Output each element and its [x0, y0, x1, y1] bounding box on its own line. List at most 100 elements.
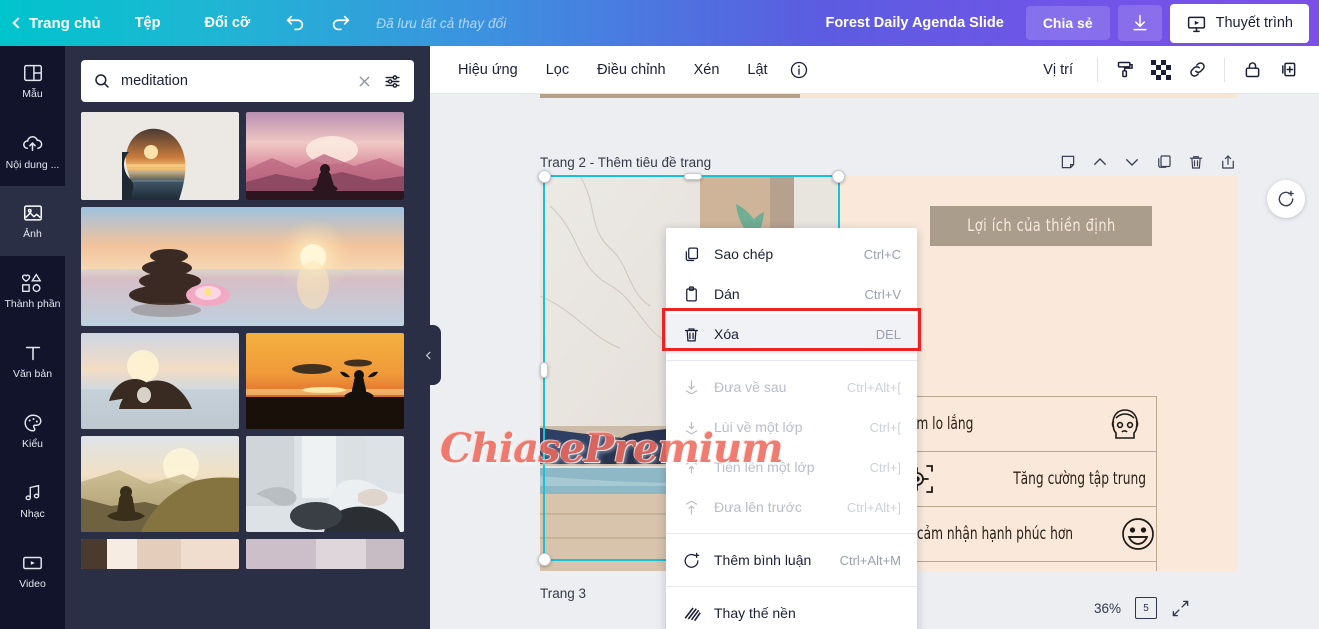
menu-item-bring-to-front: Đưa lên trước Ctrl+Alt+] [666, 487, 917, 527]
next-page-title[interactable]: Trang 3 [540, 586, 586, 601]
photo-result[interactable] [81, 539, 239, 569]
page-title[interactable]: Trang 2 - Thêm tiêu đề trang [540, 155, 711, 170]
menu-item-send-backward: Lùi về một lớp Ctrl+[ [666, 407, 917, 447]
benefit-row[interactable]: Tăng cường tập trung [886, 452, 1156, 507]
tool-adjust[interactable]: Điều chỉnh [583, 53, 680, 87]
trash-icon[interactable] [1187, 153, 1205, 171]
menu-label: Đưa về sau [714, 379, 787, 395]
menu-item-add-comment[interactable]: Thêm bình luận Ctrl+Alt+M [666, 540, 917, 580]
menu-label: Thêm bình luận [714, 552, 812, 568]
upload-cloud-icon [21, 132, 44, 155]
rail-label: Mẫu [22, 88, 43, 101]
photo-result[interactable] [246, 333, 404, 429]
tool-position[interactable]: Vị trí [1029, 53, 1087, 87]
rail-item-elements[interactable]: Thành phần [0, 256, 65, 326]
tool-effects[interactable]: Hiệu ứng [444, 53, 532, 87]
chevron-down-icon[interactable] [1123, 153, 1141, 171]
lock-icon[interactable] [1235, 53, 1269, 87]
zoom-level[interactable]: 36% [1094, 601, 1121, 616]
menu-shortcut: Ctrl+C [863, 246, 901, 262]
expand-icon[interactable] [1171, 599, 1190, 618]
template-icon [22, 62, 44, 84]
slide-title[interactable]: Lợi ích của thiền định [930, 206, 1152, 246]
duplicate-icon[interactable] [1155, 153, 1173, 171]
smiling-face-icon [1117, 513, 1159, 555]
text-icon [22, 342, 44, 364]
rail-label: Nhạc [20, 508, 45, 521]
rail-label: Nội dung ... [5, 158, 60, 171]
photo-result[interactable] [81, 207, 404, 326]
photo-result[interactable] [246, 112, 404, 200]
home-button[interactable]: Trang chủ [0, 0, 113, 46]
photo-result[interactable] [246, 436, 404, 532]
photo-result[interactable] [246, 539, 404, 569]
info-circle-icon[interactable] [782, 53, 816, 87]
worried-face-icon [1104, 403, 1146, 445]
send-backward-icon [682, 418, 701, 437]
menu-item-bring-forward: Tiến lên một lớp Ctrl+] [666, 447, 917, 487]
rail-item-audio[interactable]: Nhạc [0, 466, 65, 536]
panel-collapse-button[interactable] [415, 325, 441, 385]
file-menu-button[interactable]: Tệp [113, 0, 183, 46]
bottom-bar: 36% 5 [1078, 587, 1319, 629]
photo-result[interactable] [81, 436, 239, 532]
canva-editor-window: Trang chủ Tệp Đổi cỡ Đã lưu tất cả thay … [0, 0, 1319, 629]
photo-result[interactable] [81, 112, 239, 200]
benefit-label: Dễ cảm nhận hạnh phúc hơn [896, 524, 1074, 544]
replace-background-icon [682, 604, 701, 623]
document-title[interactable]: Forest Daily Agenda Slide [825, 15, 1003, 31]
menu-item-paste[interactable]: Dán Ctrl+V [666, 274, 917, 314]
tool-filter[interactable]: Lọc [532, 53, 583, 87]
rail-item-uploads[interactable]: Nội dung ... [0, 116, 65, 186]
tool-crop[interactable]: Xén [680, 53, 734, 87]
page-header: Trang 2 - Thêm tiêu đề trang [540, 149, 1237, 175]
rail-label: Thành phần [4, 298, 61, 311]
search-box[interactable] [81, 60, 414, 102]
top-bar-right: Forest Daily Agenda Slide Chia sẻ Thuyết… [825, 3, 1319, 43]
menu-shortcut: Ctrl+Alt+M [839, 552, 901, 568]
photo-result[interactable] [81, 333, 239, 429]
bring-forward-icon [682, 458, 701, 477]
rail-label: Video [19, 578, 46, 591]
transparency-checker-icon[interactable] [1144, 53, 1178, 87]
photos-panel [65, 46, 430, 629]
menu-item-delete[interactable]: Xóa DEL [666, 314, 917, 354]
paint-roller-icon[interactable] [1108, 53, 1142, 87]
previous-page-sliver[interactable] [540, 94, 1237, 98]
menu-item-replace-background[interactable]: Thay thế nền [666, 593, 917, 629]
export-icon[interactable] [1219, 153, 1237, 171]
page-count-button[interactable]: 5 [1135, 597, 1158, 619]
duplicate-page-icon[interactable] [1271, 53, 1305, 87]
chevron-up-icon[interactable] [1091, 153, 1109, 171]
benefit-row[interactable]: Dễ cảm nhận hạnh phúc hơn [886, 507, 1156, 562]
undo-icon[interactable] [272, 0, 318, 46]
resize-button[interactable]: Đổi cỡ [182, 0, 272, 46]
present-button[interactable]: Thuyết trình [1169, 3, 1309, 43]
rail-item-text[interactable]: Văn bản [0, 326, 65, 396]
rail-label: Kiểu [21, 438, 43, 451]
rail-item-videos[interactable]: Video [0, 536, 65, 606]
download-button[interactable] [1117, 5, 1162, 41]
close-icon[interactable] [356, 73, 373, 90]
menu-label: Thay thế nền [714, 605, 796, 621]
menu-item-copy[interactable]: Sao chép Ctrl+C [666, 234, 917, 274]
styles-palette-icon [22, 412, 44, 434]
menu-divider [666, 360, 917, 361]
filter-sliders-icon[interactable] [383, 72, 402, 91]
rail-item-styles[interactable]: Kiểu [0, 396, 65, 466]
benefit-row[interactable]: Phát triển trí tuệ [886, 562, 1156, 571]
link-icon[interactable] [1180, 53, 1214, 87]
search-input[interactable] [121, 73, 346, 89]
toolbar-divider [1097, 57, 1098, 82]
redo-icon[interactable] [318, 0, 364, 46]
share-button[interactable]: Chia sẻ [1025, 6, 1110, 40]
benefit-row[interactable]: Giảm lo lắng [886, 397, 1156, 452]
rail-item-templates[interactable]: Mẫu [0, 46, 65, 116]
save-status: Đã lưu tất cả thay đổi [376, 15, 507, 31]
rail-item-photos[interactable]: Ảnh [0, 186, 65, 256]
menu-label: Đưa lên trước [714, 499, 802, 515]
menu-divider [666, 586, 917, 587]
tool-flip[interactable]: Lật [733, 53, 781, 87]
note-icon[interactable] [1059, 153, 1077, 171]
add-comment-button[interactable] [1267, 180, 1305, 218]
